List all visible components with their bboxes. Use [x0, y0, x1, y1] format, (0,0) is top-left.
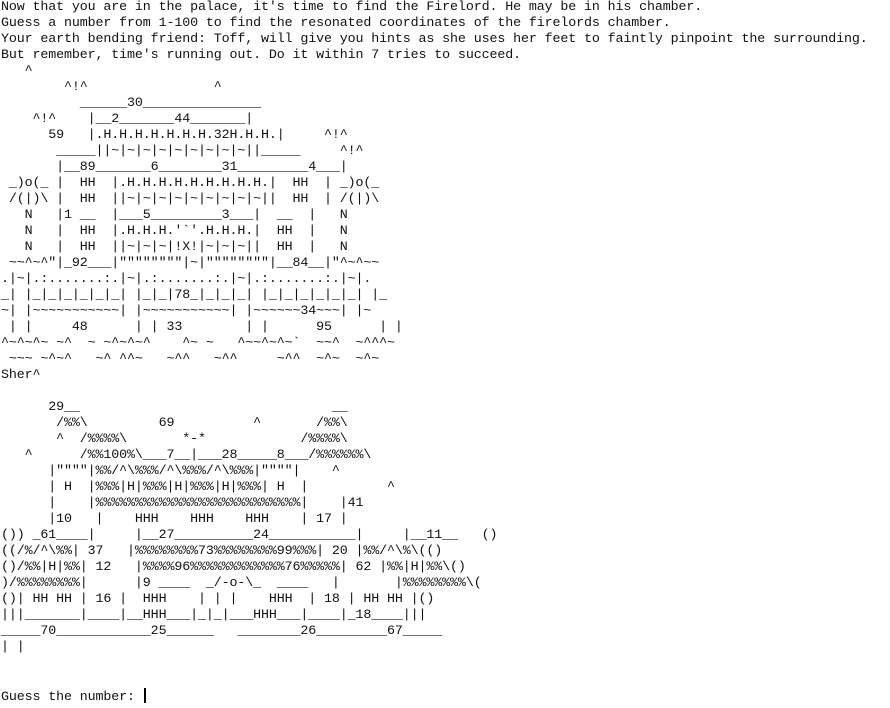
console-line: ~~~ ~^~^ ~^ ^^~ ~^^ ~^^ ~^^ ~^~ ~^~ — [1, 352, 380, 367]
console-line: ~| |~~~~~~~~~~~| |~~~~~~~~~~~| |~~~~~~34… — [1, 304, 372, 319]
console-line: ^ /%%100%\___7__|___28_____8___/%%%%%%\ — [1, 448, 372, 463]
guess-prompt[interactable]: Guess the number: — [1, 688, 146, 705]
console-line: | | 48 | | 33 | | 95 | | — [1, 320, 403, 335]
console-line: But remember, time's running out. Do it … — [1, 48, 521, 63]
console-line: ^ — [1, 64, 33, 79]
console-line: /(|)\ | HH ||~|~|~|~|~|~|~|~|~|| HH | /(… — [1, 192, 380, 207]
console-line: | H |%%%|H|%%%|H|%%%|H|%%%| H | ^ — [1, 480, 395, 495]
console-line: ~~^~^"|_92___|""""""""|~|""""""""|__84__… — [1, 256, 380, 271]
console-line: N | HH |.H.H.H.'`'.H.H.H.| HH | N — [1, 224, 348, 239]
console-line: | |%%%%%%%%%%%%%%%%%%%%%%%%%%| |41 — [1, 496, 364, 511]
console-line: |||_______|____|__HHH___|_|_|___HHH___|_… — [1, 608, 427, 623]
console-line: ^~^~^~ ~^ ~ ~^~^~^ ^~ ~ ^~~^~^~` ~~^ ~^^… — [1, 336, 395, 351]
console-line: | | — [1, 640, 25, 655]
console-line: Your earth bending friend: Toff, will gi… — [1, 32, 868, 47]
console-line: Now that you are in the palace, it's tim… — [1, 0, 703, 15]
text-cursor — [143, 688, 146, 703]
console-line: )/%%%%%%%%| |9 ____ _/-o-\_ ____ | |%%%%… — [1, 576, 482, 591]
console-line: |__89_______6________31_________4___| — [1, 160, 348, 175]
console-line: ((/%/^\%%| 37 |%%%%%%%%73%%%%%%%%99%%%| … — [1, 544, 443, 559]
console-line: _| |_|_|_|_|_|_| |_|_|78_|_|_|_| |_|_|_|… — [1, 288, 388, 303]
console-line: 29__ __ — [1, 400, 348, 415]
console-line: _____||~|~|~|~|~|~|~|~|~||_____ ^!^ — [1, 144, 364, 159]
console-line: ^!^ |__2_______44_______| — [1, 112, 254, 127]
console-line: ^!^ ^ — [1, 80, 222, 95]
console-line: ______30_______________ — [1, 96, 261, 111]
console-line: ()/%%|H|%%| 12 |%%%%96%%%%%%%%%%%%76%%%%… — [1, 560, 466, 575]
console-line: |""""|%%/^\%%%/^\%%%/^\%%%|""""| ^ — [1, 464, 340, 479]
console-line: |10 | HHH HHH HHH | 17 | — [1, 512, 348, 527]
console-line: Guess a number from 1-100 to find the re… — [1, 16, 671, 31]
console-line: _)o(_ | HH |.H.H.H.H.H.H.H.H.H.| HH | _)… — [1, 176, 380, 191]
console-line: .|~|.:.......:.|~|.:.......:.|~|.:......… — [1, 272, 372, 287]
guess-prompt-label: Guess the number: — [1, 690, 143, 705]
console-line: N |1 __ |___5_________3___| __ | N — [1, 208, 348, 223]
console-line: ()) _61____| |__27__________24__________… — [1, 528, 498, 543]
console-line: 59 |.H.H.H.H.H.H.H.32H.H.H.| ^!^ — [1, 128, 348, 143]
console-line: ^ /%%%%\ *-* /%%%%\ — [1, 432, 348, 447]
console-line: /%%\ 69 ^ /%%\ — [1, 416, 348, 431]
console-line: ()| HH HH | 16 | HHH | | | HHH | 18 | HH… — [1, 592, 435, 607]
console-line: N | HH ||~|~|~|!X!|~|~|~|| HH | N — [1, 240, 348, 255]
console-output: Now that you are in the palace, it's tim… — [1, 0, 889, 708]
console-line: Sher^ — [1, 368, 41, 383]
console-line: _____70____________25______ ________26__… — [1, 624, 443, 639]
